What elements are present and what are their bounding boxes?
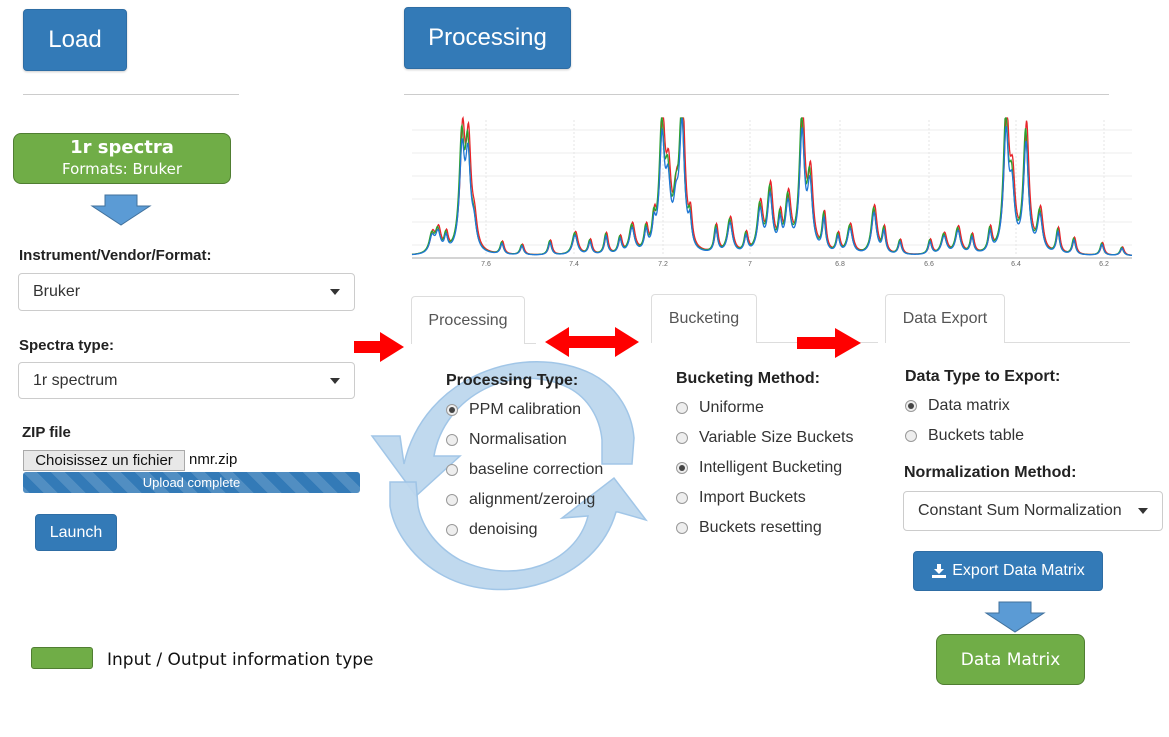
processing-type-option-label: Normalisation [469, 431, 567, 448]
normalization-select-value: Constant Sum Normalization [918, 502, 1122, 519]
processing-type-option[interactable]: baseline correction [446, 455, 603, 485]
bucketing-method-radio[interactable] [676, 402, 688, 414]
processing-type-radio[interactable] [446, 524, 458, 536]
export-type-radio[interactable] [905, 400, 917, 412]
right-arrow-icon [354, 332, 404, 362]
spectrum-tick-label: 7.6 [481, 261, 491, 268]
launch-button[interactable]: Launch [35, 514, 117, 551]
bucketing-method-radio[interactable] [676, 492, 688, 504]
chevron-down-icon [1138, 508, 1148, 514]
spectrum-tick-label: 6.6 [924, 261, 934, 268]
legend-text: Input / Output information type [107, 650, 374, 670]
bucketing-method-option-label: Uniforme [699, 399, 764, 416]
bucketing-method-radio[interactable] [676, 462, 688, 474]
spectra-type-select[interactable]: 1r spectrum [18, 362, 355, 399]
processing-type-radio[interactable] [446, 404, 458, 416]
processing-type-option-label: baseline correction [469, 461, 604, 478]
bucketing-method-radio[interactable] [676, 432, 688, 444]
export-type-option-label: Data matrix [928, 397, 1010, 414]
tab-bucketing-label: Bucketing [668, 310, 740, 327]
processing-type-option[interactable]: Normalisation [446, 425, 603, 455]
bucketing-method-option-label: Import Buckets [699, 489, 806, 506]
processing-type-radio[interactable] [446, 434, 458, 446]
spectra-type-label: Spectra type: [19, 337, 115, 354]
upload-progress-bar: Upload complete [23, 472, 360, 493]
spectrum-tick-label: 6.8 [835, 261, 845, 268]
spectrum-tick-label: 6.4 [1011, 261, 1021, 268]
bucketing-method-label: Bucketing Method: [676, 370, 820, 387]
export-button-label: Export Data Matrix [952, 562, 1085, 579]
spectra-type-select-value: 1r spectrum [33, 371, 118, 389]
instrument-label: Instrument/Vendor/Format: [19, 247, 212, 264]
processing-type-radio-group: PPM calibration Normalisation baseline cor… [446, 395, 603, 545]
export-type-radio[interactable] [905, 430, 917, 442]
tab-processing-label: Processing [428, 311, 508, 329]
tab-processing[interactable]: Processing [411, 296, 525, 344]
processing-type-option[interactable]: PPM calibration [446, 395, 603, 425]
export-data-matrix-button[interactable]: Export Data Matrix [913, 551, 1103, 591]
input-spectra-box: 1r spectra Formats: Bruker [13, 133, 231, 184]
processing-type-option[interactable]: denoising [446, 515, 603, 545]
tab-data-export-label: Data Export [902, 310, 988, 327]
spectrum-ticks: 7.6 7.4 7.2 7 6.8 6.6 6.4 6.2 [481, 261, 1109, 268]
double-arrow-icon [545, 327, 639, 357]
spectrum-tick-label: 7 [748, 261, 752, 268]
bucketing-method-option[interactable]: Import Buckets [676, 483, 853, 513]
bucketing-method-option[interactable]: Intelligent Bucketing [676, 453, 853, 483]
bucketing-method-option[interactable]: Buckets resetting [676, 513, 853, 543]
choose-file-button[interactable]: Choisissez un fichier [23, 450, 185, 471]
chevron-down-icon [330, 377, 340, 384]
down-arrow-icon [984, 601, 1046, 633]
bucketing-method-option[interactable]: Variable Size Buckets [676, 423, 853, 453]
file-name: nmr.zip [189, 451, 238, 468]
normalization-label: Normalization Method: [904, 464, 1077, 481]
normalization-select[interactable]: Constant Sum Normalization [903, 491, 1163, 531]
export-type-label: Data Type to Export: [905, 368, 1061, 385]
export-type-option-label: Buckets table [928, 427, 1025, 444]
instrument-select-value: Bruker [33, 283, 81, 300]
output-data-matrix-box: Data Matrix [936, 634, 1085, 685]
upload-progress-fill: Upload complete [23, 472, 360, 493]
input-box-subtitle: Formats: Bruker [61, 160, 182, 178]
bucketing-method-radio[interactable] [676, 522, 688, 534]
processing-button[interactable]: Processing [404, 7, 571, 69]
nmr-spectrum-plot: 7.6 7.4 7.2 7 6.8 6.6 6.4 6.2 [411, 116, 1133, 268]
export-type-radio-group: Data matrix Buckets table [905, 391, 1024, 451]
spectrum-tick-label: 7.2 [658, 261, 668, 268]
processing-type-label: Processing Type: [446, 372, 579, 389]
spectrum-lines [411, 116, 1133, 256]
processing-type-radio[interactable] [446, 464, 458, 476]
export-type-option[interactable]: Data matrix [905, 391, 1024, 421]
processing-type-option-label: denoising [469, 521, 538, 538]
export-type-option[interactable]: Buckets table [905, 421, 1024, 451]
bucketing-method-option-label: Variable Size Buckets [699, 429, 854, 446]
bucketing-method-option-label: Intelligent Bucketing [699, 459, 843, 476]
spectrum-tick-label: 7.4 [569, 261, 579, 268]
instrument-select[interactable]: Bruker [18, 273, 355, 311]
processing-type-radio[interactable] [446, 494, 458, 506]
processing-type-option-label: PPM calibration [469, 401, 582, 418]
download-icon [932, 564, 947, 578]
upload-status: Upload complete [142, 475, 241, 490]
spectrum-tick-label: 6.2 [1099, 261, 1109, 268]
processing-type-option[interactable]: alignment/zeroing [446, 485, 603, 515]
tab-data-export[interactable]: Data Export [885, 294, 1005, 343]
processing-type-option-label: alignment/zeroing [469, 491, 596, 508]
right-arrow-icon [797, 328, 861, 358]
load-divider [23, 94, 239, 95]
tab-bucketing[interactable]: Bucketing [651, 294, 757, 343]
legend-swatch [31, 647, 93, 669]
down-arrow-icon [90, 194, 152, 226]
bucketing-method-option-label: Buckets resetting [699, 519, 822, 536]
output-box-title: Data Matrix [960, 649, 1061, 670]
chevron-down-icon [330, 289, 340, 295]
bucketing-method-option[interactable]: Uniforme [676, 393, 853, 423]
bucketing-method-radio-group: Uniforme Variable Size Buckets Intelligent… [676, 393, 853, 543]
load-button[interactable]: Load [23, 9, 127, 71]
zip-file-label: ZIP file [22, 424, 71, 441]
input-box-title: 1r spectra [70, 137, 174, 158]
processing-divider [404, 94, 1109, 95]
